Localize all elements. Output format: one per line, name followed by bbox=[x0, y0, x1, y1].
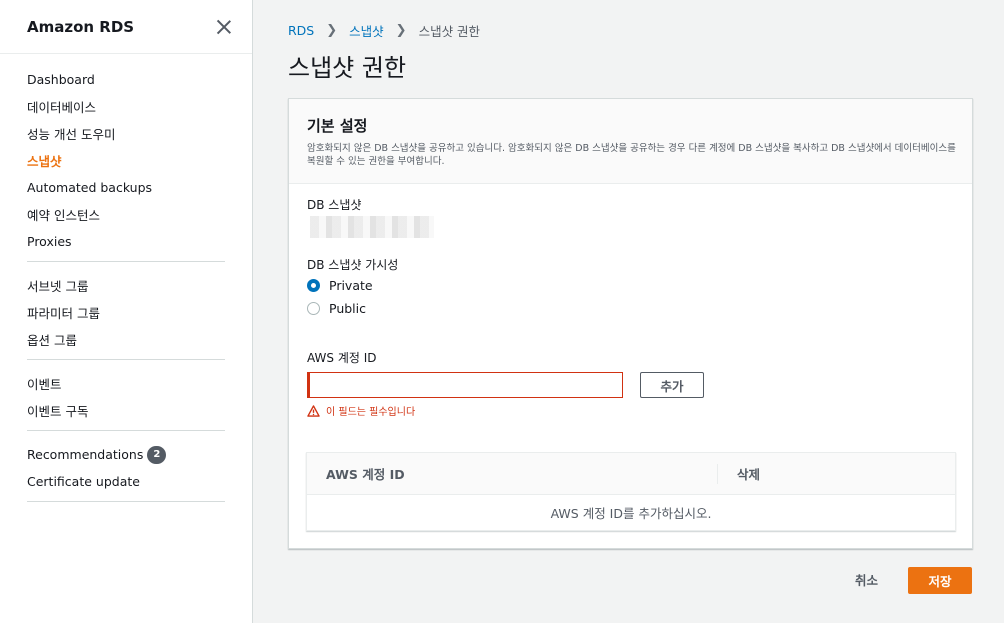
main-content: RDS ❯ 스냅샷 ❯ 스냅샷 권한 스냅샷 권한 기본 설정 암호화되지 않은… bbox=[253, 0, 1004, 623]
sidebar-divider bbox=[27, 501, 225, 502]
sidebar-item-automated-backups[interactable]: Automated backups bbox=[27, 174, 252, 201]
breadcrumb-current: 스냅샷 권한 bbox=[418, 24, 481, 39]
sidebar-group-main: Dashboard 데이터베이스 성능 개선 도우미 스냅샷 Automated… bbox=[0, 54, 252, 255]
sidebar-item-events[interactable]: 이벤트 bbox=[27, 370, 252, 397]
sidebar-item-certificate-update[interactable]: Certificate update bbox=[27, 468, 252, 495]
chevron-right-icon: ❯ bbox=[395, 23, 407, 38]
radio-public[interactable] bbox=[307, 302, 320, 315]
sidebar-item-dashboard[interactable]: Dashboard bbox=[27, 66, 252, 93]
sidebar-group-other: Recommendations 2 Certificate update bbox=[0, 441, 252, 495]
radio-public-option[interactable]: Public bbox=[307, 301, 366, 316]
sidebar-divider bbox=[27, 430, 225, 431]
sidebar-item-databases[interactable]: 데이터베이스 bbox=[27, 93, 252, 120]
panel-header: 기본 설정 암호화되지 않은 DB 스냅샷을 공유하고 있습니다. 암호화되지 … bbox=[289, 99, 972, 184]
warning-icon bbox=[307, 404, 320, 417]
cancel-button[interactable]: 취소 bbox=[855, 570, 878, 589]
panel-description: 암호화되지 않은 DB 스냅샷을 공유하고 있습니다. 암호화되지 않은 DB … bbox=[307, 143, 956, 167]
sidebar-item-option-groups[interactable]: 옵션 그룹 bbox=[27, 326, 252, 353]
sidebar-item-event-subscriptions[interactable]: 이벤트 구독 bbox=[27, 397, 252, 424]
sidebar: Amazon RDS Dashboard 데이터베이스 성능 개선 도우미 스냅… bbox=[0, 0, 253, 623]
account-id-label: AWS 계정 ID bbox=[307, 351, 377, 365]
error-message: 이 필드는 필수입니다 bbox=[307, 403, 415, 418]
sidebar-group-events: 이벤트 이벤트 구독 bbox=[0, 370, 252, 424]
sidebar-item-recommendations[interactable]: Recommendations 2 bbox=[27, 441, 252, 468]
column-header-account-id: AWS 계정 ID bbox=[307, 463, 718, 484]
table-empty-state: AWS 계정 ID를 추가하십시오. bbox=[550, 506, 712, 521]
chevron-right-icon: ❯ bbox=[326, 23, 338, 38]
save-button[interactable]: 저장 bbox=[908, 567, 972, 594]
sidebar-item-performance-insights[interactable]: 성능 개선 도우미 bbox=[27, 120, 252, 147]
sidebar-header: Amazon RDS bbox=[0, 0, 252, 54]
snapshot-id-redacted bbox=[310, 216, 434, 238]
radio-private-label: Private bbox=[329, 278, 373, 293]
recommendations-count-badge: 2 bbox=[147, 445, 167, 464]
sidebar-item-snapshots[interactable]: 스냅샷 bbox=[27, 147, 252, 174]
error-text: 이 필드는 필수입니다 bbox=[326, 407, 416, 418]
sidebar-divider bbox=[27, 359, 225, 360]
breadcrumb: RDS ❯ 스냅샷 ❯ 스냅샷 권한 bbox=[288, 21, 480, 40]
radio-private-option[interactable]: Private bbox=[307, 278, 373, 293]
breadcrumb-rds[interactable]: RDS bbox=[288, 23, 314, 38]
sidebar-divider bbox=[27, 261, 225, 262]
add-button[interactable]: 추가 bbox=[640, 372, 704, 398]
sidebar-group-config: 서브넷 그룹 파라미터 그룹 옵션 그룹 bbox=[0, 272, 252, 353]
radio-private[interactable] bbox=[307, 279, 320, 292]
sidebar-item-label: Recommendations bbox=[27, 447, 144, 462]
sidebar-item-parameter-groups[interactable]: 파라미터 그룹 bbox=[27, 299, 252, 326]
visibility-label: DB 스냅샷 가시성 bbox=[307, 258, 399, 272]
radio-public-label: Public bbox=[329, 301, 366, 316]
sidebar-item-reserved-instances[interactable]: 예약 인스턴스 bbox=[27, 201, 252, 228]
table-header: AWS 계정 ID 삭제 bbox=[307, 453, 955, 495]
column-header-delete: 삭제 bbox=[737, 467, 761, 482]
panel-title: 기본 설정 bbox=[307, 117, 368, 135]
sidebar-item-proxies[interactable]: Proxies bbox=[27, 228, 252, 255]
account-id-table: AWS 계정 ID 삭제 AWS 계정 ID를 추가하십시오. bbox=[306, 452, 956, 531]
sidebar-title: Amazon RDS bbox=[27, 17, 135, 36]
settings-panel: 기본 설정 암호화되지 않은 DB 스냅샷을 공유하고 있습니다. 암호화되지 … bbox=[288, 98, 973, 549]
breadcrumb-snapshots[interactable]: 스냅샷 bbox=[349, 21, 384, 40]
sidebar-item-subnet-groups[interactable]: 서브넷 그룹 bbox=[27, 272, 252, 299]
close-icon[interactable] bbox=[216, 19, 232, 35]
account-id-input[interactable] bbox=[307, 372, 623, 398]
page-title: 스냅샷 권한 bbox=[288, 54, 407, 82]
snapshot-label: DB 스냅샷 bbox=[307, 198, 362, 212]
